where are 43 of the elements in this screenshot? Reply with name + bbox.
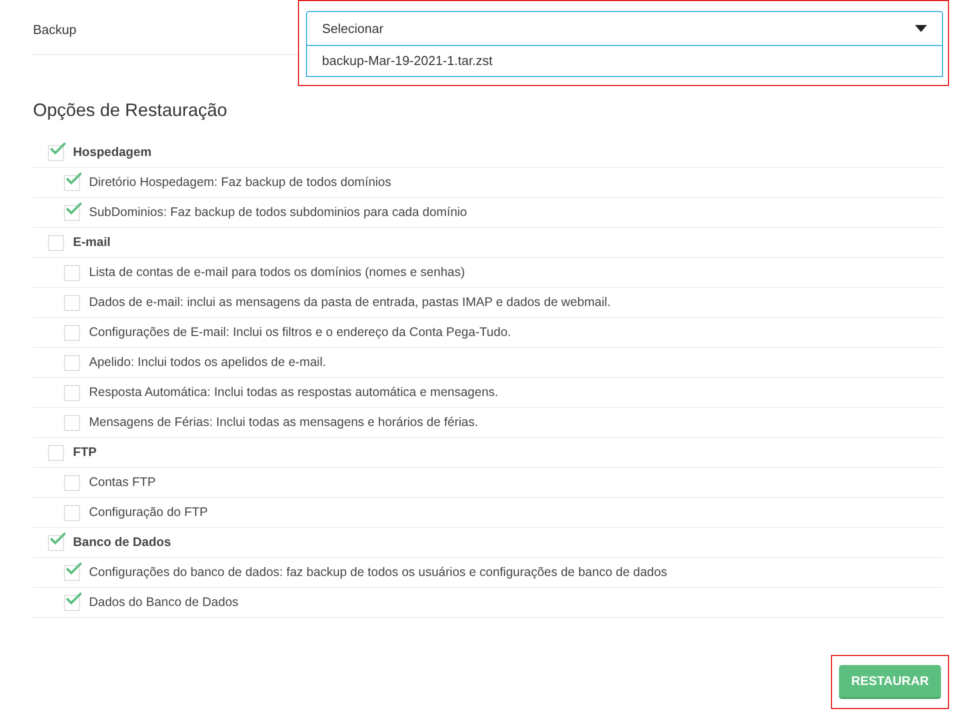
option-label: Resposta Automática: Inclui todas as respostas automática e mensagens. — [89, 384, 498, 402]
checkbox[interactable] — [48, 144, 64, 160]
option-label: Dados de e-mail: inclui as mensagens da pasta de entrada, pastas IMAP e dados de webmail. — [89, 294, 611, 312]
checkbox[interactable] — [64, 594, 80, 610]
checkbox[interactable] — [64, 504, 80, 520]
checkbox[interactable] — [48, 234, 64, 250]
checkbox[interactable] — [64, 324, 80, 340]
checkbox[interactable] — [64, 564, 80, 580]
check-icon — [65, 560, 83, 576]
checkbox[interactable] — [64, 264, 80, 280]
check-icon — [49, 140, 67, 156]
option-label: Mensagens de Férias: Inclui todas as mensagens e horários de férias. — [89, 414, 478, 432]
checkbox[interactable] — [48, 534, 64, 550]
checkbox[interactable] — [64, 294, 80, 310]
check-icon — [65, 200, 83, 216]
checkbox[interactable] — [64, 354, 80, 370]
group-label: E-mail — [73, 234, 111, 252]
check-icon — [65, 590, 83, 606]
checkbox[interactable] — [64, 204, 80, 220]
group-label: Hospedagem — [73, 144, 152, 162]
field-label: Backup — [33, 21, 76, 39]
section-heading: Opções de Restauração — [33, 99, 228, 122]
check-icon — [49, 530, 67, 546]
option-label: Contas FTP — [89, 474, 156, 492]
group-label: Banco de Dados — [73, 534, 171, 552]
group-label: FTP — [73, 444, 97, 462]
checkbox[interactable] — [64, 474, 80, 490]
checkbox[interactable] — [64, 174, 80, 190]
checkbox[interactable] — [64, 414, 80, 430]
option-label: Configurações do banco de dados: faz backup de todos os usuários e configurações de banco de dados — [89, 564, 668, 582]
option-label: Diretório Hospedagem: Faz backup de todos domínios — [89, 174, 392, 192]
option-label: Configurações de E-mail: Inclui os filtros e o endereço da Conta Pega-Tudo. — [89, 324, 511, 342]
option-label: Dados do Banco de Dados — [89, 594, 238, 612]
checkbox[interactable] — [48, 444, 64, 460]
backup-select[interactable]: Selecionar — [306, 11, 943, 46]
option-label: SubDominios: Faz backup de todos subdominios para cada domínio — [89, 204, 467, 222]
option-label: Apelido: Inclui todos os apelidos de e-mail. — [89, 354, 326, 372]
check-icon — [65, 170, 83, 186]
dropdown-option[interactable]: backup-Mar-19-2021-1.tar.zst — [307, 46, 942, 76]
option-label: Lista de contas de e-mail para todos os domínios (nomes e senhas) — [89, 264, 465, 282]
option-label: Configuração do FTP — [89, 504, 208, 522]
caret-icon — [915, 24, 927, 32]
checkbox[interactable] — [64, 384, 80, 400]
